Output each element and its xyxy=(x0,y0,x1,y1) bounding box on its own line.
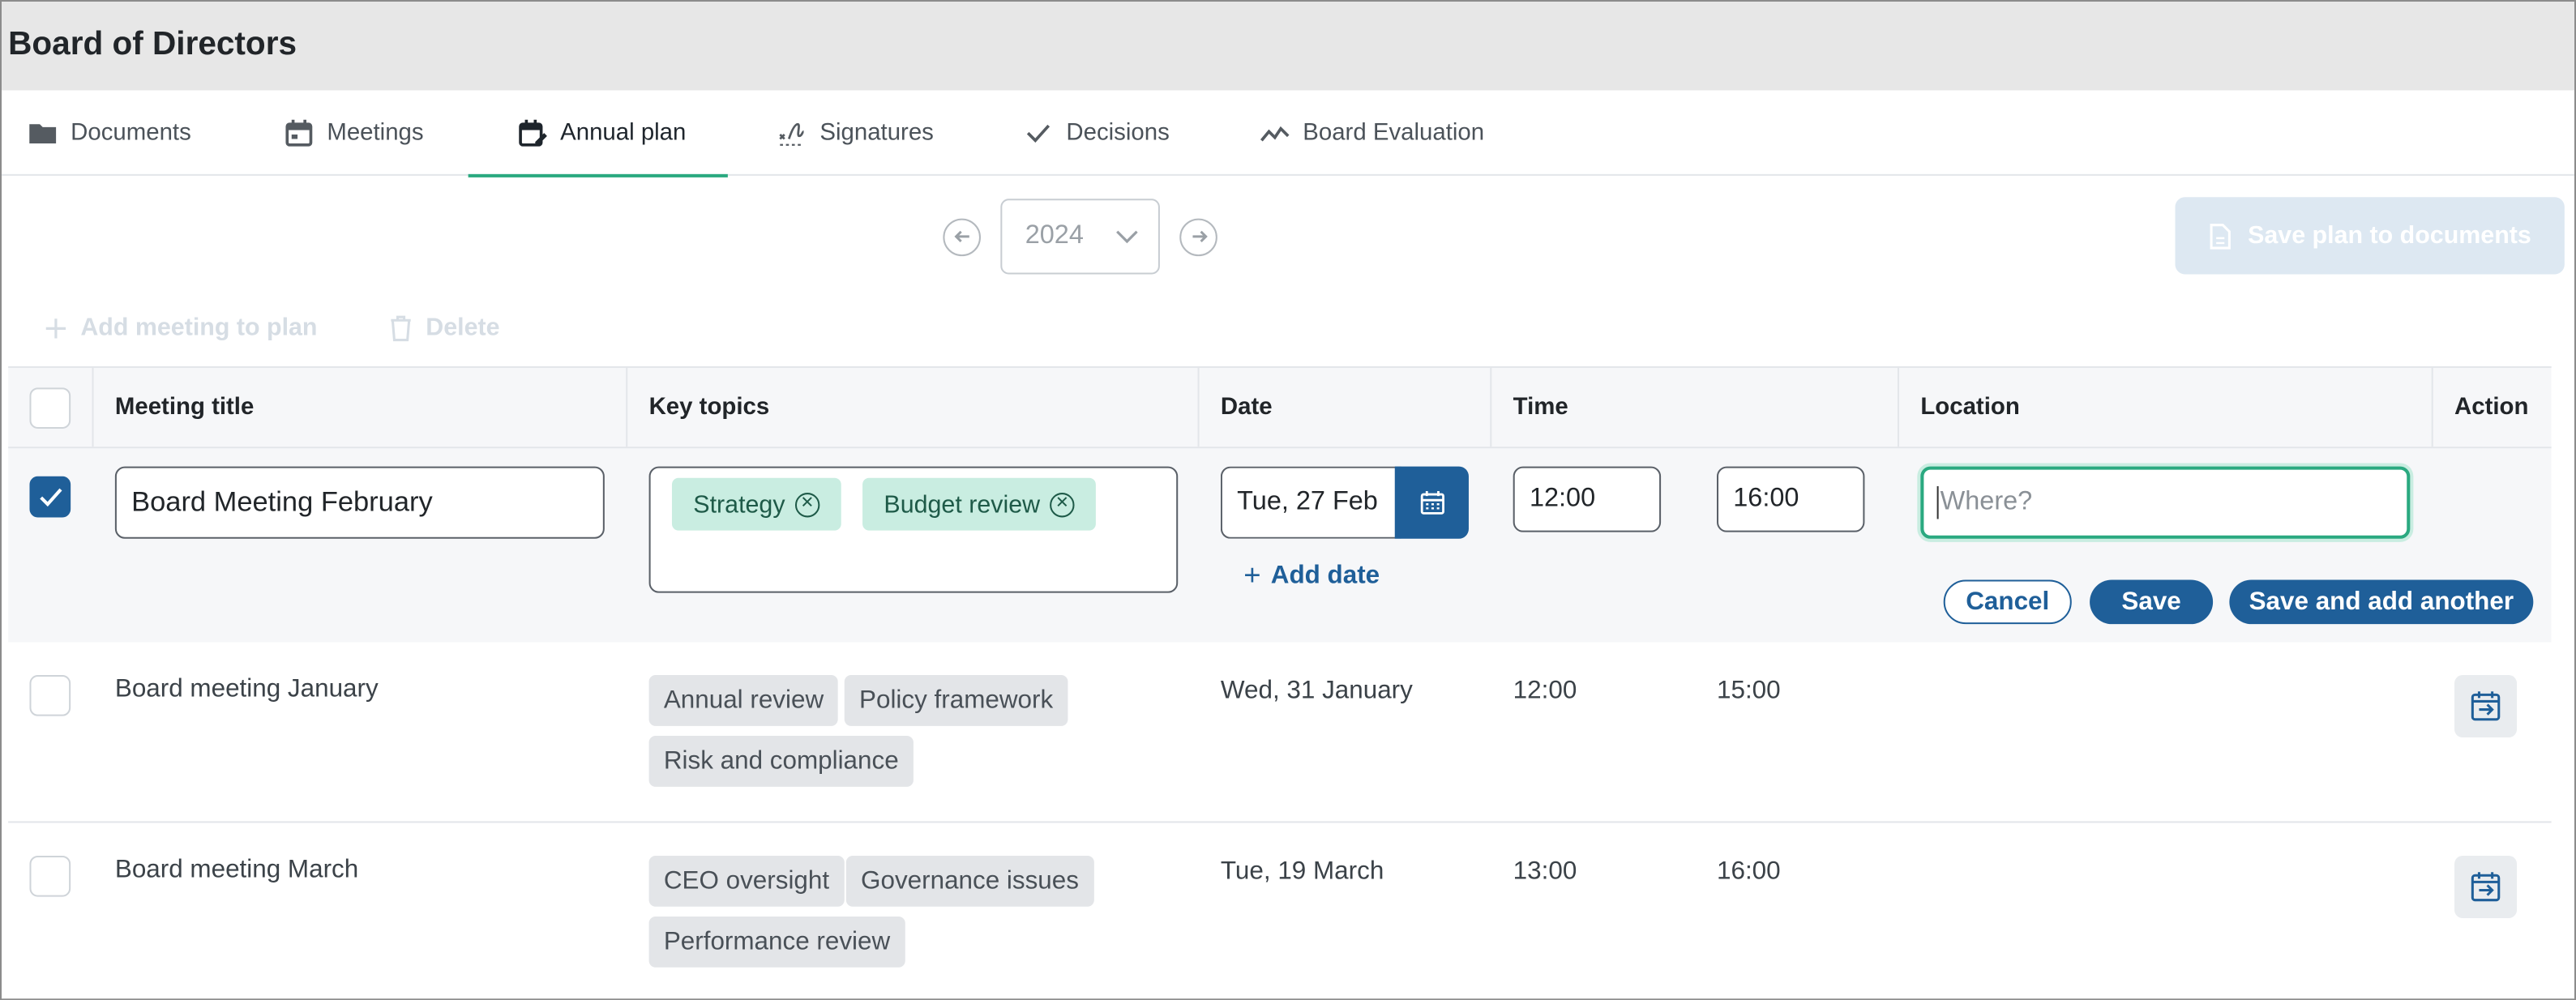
tab-board-evaluation[interactable]: Board Evaluation xyxy=(1260,90,1485,175)
plus-icon xyxy=(45,318,66,338)
add-meeting-button[interactable]: Add meeting to plan xyxy=(45,314,318,342)
arrow-left-icon xyxy=(953,230,969,243)
chevron-down-icon xyxy=(1116,230,1138,244)
cancel-button[interactable]: Cancel xyxy=(1943,579,2072,625)
row-action-button[interactable] xyxy=(2454,855,2518,918)
header-key-topics: Key topics xyxy=(648,394,770,421)
header-time: Time xyxy=(1513,394,1568,421)
tab-signatures[interactable]: Signatures xyxy=(777,90,934,175)
calendar-export-icon xyxy=(2471,691,2501,721)
topic-tag: Strategy ✕ xyxy=(671,477,841,531)
tab-label: Annual plan xyxy=(560,119,687,147)
next-year-button[interactable] xyxy=(1179,217,1217,256)
add-meeting-label: Add meeting to plan xyxy=(80,314,318,342)
save-button[interactable]: Save xyxy=(2090,579,2214,625)
plus-icon: + xyxy=(1243,558,1261,592)
topic-tag: Performance review xyxy=(648,916,905,968)
topic-tag: Annual review xyxy=(648,675,839,726)
checkmark-icon xyxy=(39,487,62,506)
page-title: Board of Directors xyxy=(8,26,297,63)
location-placeholder: Where? xyxy=(1940,487,2033,516)
start-time-input[interactable]: 12:00 xyxy=(1513,466,1662,532)
calendar-export-icon xyxy=(2471,872,2501,902)
meeting-title-input[interactable]: Board Meeting February xyxy=(114,466,605,539)
calendar-picker-button[interactable] xyxy=(1394,466,1469,539)
tab-annual-plan[interactable]: Annual plan xyxy=(468,90,728,177)
meeting-title: Board meeting March xyxy=(114,855,359,884)
table-row: Board meeting January Annual review Poli… xyxy=(8,642,2552,823)
tab-label: Documents xyxy=(71,119,191,147)
tab-documents[interactable]: Documents xyxy=(28,90,191,175)
header-date: Date xyxy=(1220,394,1273,421)
trend-icon xyxy=(1260,126,1290,142)
topic-tag: Risk and compliance xyxy=(648,736,914,787)
app-window: Board of Directors Documents Meetings An… xyxy=(0,0,2576,1000)
remove-tag-icon[interactable]: ✕ xyxy=(1050,492,1075,517)
header-action: Action xyxy=(2454,394,2529,421)
header-meeting-title: Meeting title xyxy=(114,394,255,421)
save-plan-button[interactable]: Save plan to documents xyxy=(2175,197,2565,275)
meeting-date: Wed, 31 January xyxy=(1220,677,1413,705)
tab-label: Meetings xyxy=(327,119,424,147)
tab-bar: Documents Meetings Annual plan Signature… xyxy=(2,90,2574,177)
add-date-link[interactable]: + Add date xyxy=(1243,558,1380,593)
topic-tag: Governance issues xyxy=(845,855,1094,907)
edit-meeting-row: Board Meeting February Strategy ✕ Budget… xyxy=(8,448,2552,643)
tab-label: Signatures xyxy=(819,119,934,147)
tab-meetings[interactable]: Meetings xyxy=(285,90,424,175)
start-time: 12:00 xyxy=(1513,677,1577,705)
date-input[interactable]: Tue, 27 Feb xyxy=(1220,466,1401,539)
save-plan-label: Save plan to documents xyxy=(2248,221,2531,250)
document-icon xyxy=(2210,223,2232,249)
end-time: 16:00 xyxy=(1717,857,1781,886)
end-time: 15:00 xyxy=(1717,677,1781,705)
year-select[interactable]: 2024 xyxy=(1000,199,1160,275)
topic-tag: Budget review ✕ xyxy=(862,477,1097,531)
remove-tag-icon[interactable]: ✕ xyxy=(794,492,820,517)
meeting-date: Tue, 19 March xyxy=(1220,857,1384,886)
row-checkbox[interactable] xyxy=(29,675,71,716)
topic-tag-label: Strategy xyxy=(693,489,785,519)
signature-icon xyxy=(779,122,805,146)
key-topics-input[interactable]: Strategy ✕ Budget review ✕ xyxy=(648,466,1179,593)
delete-button[interactable]: Delete xyxy=(390,314,500,342)
calendar-icon xyxy=(285,119,313,147)
tab-label: Board Evaluation xyxy=(1303,119,1485,147)
header-location: Location xyxy=(1920,394,2020,421)
folder-icon xyxy=(29,124,57,143)
topic-tag: CEO oversight xyxy=(648,855,845,907)
row-checkbox[interactable] xyxy=(29,855,71,897)
calendar-icon xyxy=(1419,491,1444,515)
check-icon xyxy=(1026,124,1051,143)
table-header: Meeting title Key topics Date Time Locat… xyxy=(8,365,2552,449)
previous-year-button[interactable] xyxy=(943,217,981,256)
tab-label: Decisions xyxy=(1066,119,1170,147)
table-toolbar: Add meeting to plan Delete xyxy=(45,314,500,342)
table-row: Board meeting March CEO oversight Govern… xyxy=(8,823,2551,998)
annual-plan-table: Meeting title Key topics Date Time Locat… xyxy=(8,365,2552,968)
meeting-title: Board meeting January xyxy=(114,675,379,703)
location-input[interactable]: Where? xyxy=(1920,466,2411,539)
year-navigation: 2024 xyxy=(943,199,1217,275)
year-value: 2024 xyxy=(1025,221,1084,250)
header-bar: Board of Directors xyxy=(2,2,2574,91)
topic-tag: Policy framework xyxy=(844,675,1068,726)
delete-label: Delete xyxy=(426,314,500,342)
select-all-checkbox[interactable] xyxy=(29,387,71,428)
tab-decisions[interactable]: Decisions xyxy=(1024,90,1170,175)
end-time-input[interactable]: 16:00 xyxy=(1717,466,1865,532)
trash-icon xyxy=(391,314,412,341)
start-time: 13:00 xyxy=(1513,857,1577,886)
topic-tag-label: Budget review xyxy=(884,489,1041,519)
arrow-right-icon xyxy=(1192,230,1207,243)
calendar-edit-icon xyxy=(519,119,547,147)
save-and-add-another-button[interactable]: Save and add another xyxy=(2229,579,2534,625)
add-date-label: Add date xyxy=(1270,561,1380,589)
row-action-button[interactable] xyxy=(2454,675,2518,738)
row-checkbox[interactable] xyxy=(29,476,71,518)
